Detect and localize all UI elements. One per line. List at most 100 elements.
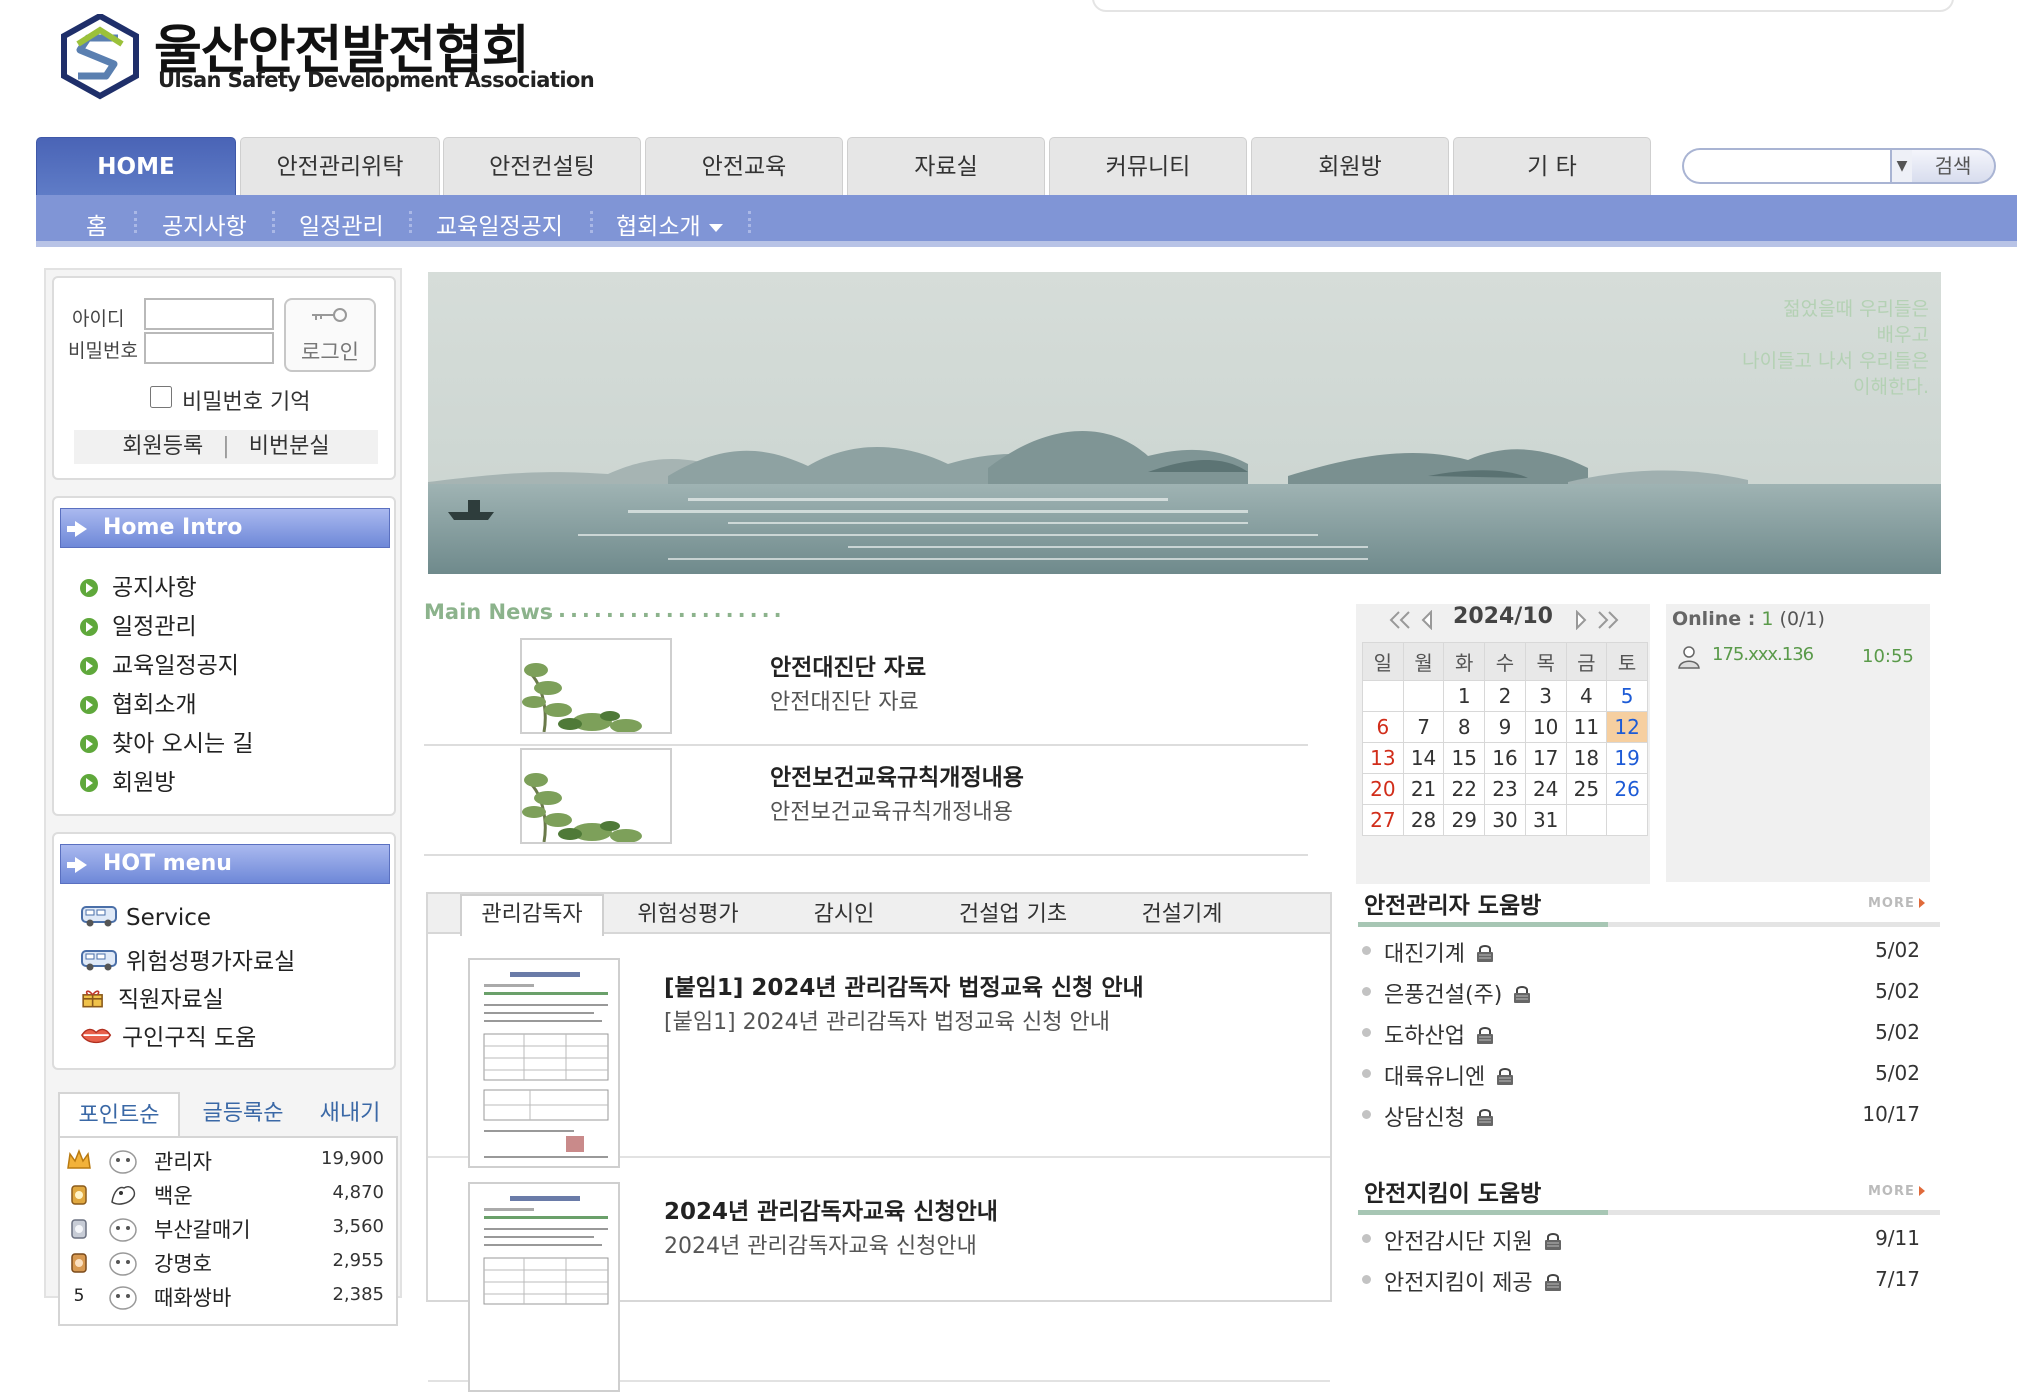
ranking-row[interactable]: 백운 4,870 (66, 1178, 396, 1212)
online-user-ip[interactable]: 175.xxx.136 (1712, 644, 1814, 665)
help-post-title[interactable]: 대륙유니엔 (1384, 1059, 1515, 1091)
tab-construction-machinery[interactable]: 건설기계 (1100, 896, 1264, 934)
help-post-row[interactable]: 안전감시단 지원 9/11 (1362, 1222, 1932, 1256)
calendar-day[interactable]: 24 (1524, 773, 1567, 805)
news-thumbnail[interactable] (520, 638, 672, 734)
calendar-day[interactable]: 4 (1565, 680, 1608, 712)
calendar-day[interactable]: 8 (1443, 711, 1486, 743)
calendar-day[interactable]: 12 (1606, 711, 1648, 743)
help-post-row[interactable]: 안전지킴이 제공 7/17 (1362, 1263, 1932, 1297)
news-title[interactable]: 안전보건교육규칙개정내용 (770, 758, 1024, 792)
ranking-row[interactable]: 부산갈매기 3,560 (66, 1212, 396, 1246)
help-post-title[interactable]: 상담신청 (1384, 1100, 1495, 1132)
calendar-day[interactable]: 15 (1443, 742, 1486, 774)
tab-safety-education[interactable]: 안전교육 (645, 137, 843, 195)
calendar-day[interactable]: 30 (1484, 804, 1526, 836)
search-input[interactable] (1682, 148, 1892, 184)
hot-item-staff-library[interactable]: 직원자료실 (80, 980, 224, 1014)
calendar-day[interactable]: 26 (1606, 773, 1648, 805)
calendar-day[interactable]: 23 (1484, 773, 1526, 805)
tab-safety-management[interactable]: 안전관리위탁 (240, 137, 440, 195)
board-item-title[interactable]: 2024년 관리감독자교육 신청안내 (664, 1192, 998, 1226)
safety-guard-help-title[interactable]: 안전지킴이 도움방 (1364, 1174, 1541, 1208)
help-post-row[interactable]: 상담신청 10/17 (1362, 1098, 1932, 1132)
tab-ranking-newbies[interactable]: 새내기 (302, 1092, 398, 1136)
intro-item-members[interactable]: 회원방 (80, 763, 175, 797)
calendar-day[interactable]: 16 (1484, 742, 1526, 774)
calendar-day[interactable]: 7 (1402, 711, 1445, 743)
more-link[interactable]: MORE (1868, 1184, 1925, 1199)
subnav-home[interactable]: 홈 (86, 207, 107, 241)
subnav-notice[interactable]: 공지사항 (162, 207, 247, 241)
calendar-day[interactable]: 29 (1443, 804, 1486, 836)
help-post-title[interactable]: 은풍건설(주) (1384, 977, 1532, 1009)
help-post-title[interactable]: 안전감시단 지원 (1384, 1224, 1563, 1256)
ranking-row[interactable]: 5 때화쌍바 2,385 (66, 1280, 396, 1314)
help-post-row[interactable]: 대진기계 5/02 (1362, 934, 1932, 968)
password-field[interactable] (144, 332, 274, 364)
tab-ranking-posts[interactable]: 글등록순 (188, 1092, 298, 1136)
calendar-day[interactable]: 2 (1484, 680, 1526, 712)
next-month-icon[interactable] (1568, 610, 1592, 630)
news-item[interactable]: 안전대진단 자료 안전대진단 자료 (424, 636, 1308, 746)
news-title[interactable]: 안전대진단 자료 (770, 648, 926, 682)
calendar-day[interactable]: 31 (1524, 804, 1567, 836)
more-link[interactable]: MORE (1868, 896, 1925, 911)
subnav-schedule[interactable]: 일정관리 (299, 207, 384, 241)
calendar-day[interactable]: 25 (1565, 773, 1608, 805)
lost-password-link[interactable]: 비번분실 (249, 434, 330, 459)
calendar-day[interactable]: 6 (1362, 711, 1404, 743)
register-link[interactable]: 회원등록 (122, 434, 203, 459)
subnav-about[interactable]: 협회소개 (616, 207, 723, 241)
calendar-day[interactable]: 21 (1402, 773, 1445, 805)
calendar-day[interactable]: 22 (1443, 773, 1486, 805)
calendar-day[interactable]: 18 (1565, 742, 1608, 774)
tab-etc[interactable]: 기 타 (1453, 137, 1651, 195)
hot-item-risk-assessment[interactable]: 위험성평가자료실 (80, 942, 295, 976)
intro-item-about[interactable]: 협회소개 (80, 685, 197, 719)
ranking-row[interactable]: 강명호 2,955 (66, 1246, 396, 1280)
calendar-day[interactable]: 10 (1524, 711, 1567, 743)
calendar-day[interactable]: 20 (1362, 773, 1404, 805)
tab-home[interactable]: HOME (36, 137, 236, 195)
tab-safety-consulting[interactable]: 안전컨설팅 (443, 137, 641, 195)
news-thumbnail[interactable] (520, 748, 672, 844)
help-post-title[interactable]: 대진기계 (1384, 936, 1495, 968)
ranking-row[interactable]: 관리자 19,900 (66, 1144, 396, 1178)
help-post-row[interactable]: 대륙유니엔 5/02 (1362, 1057, 1932, 1091)
calendar-day[interactable]: 13 (1362, 742, 1404, 774)
search-dropdown-icon[interactable]: ▼ (1890, 148, 1914, 184)
intro-item-edu-schedule[interactable]: 교육일정공지 (80, 646, 239, 680)
calendar-day[interactable]: 17 (1524, 742, 1567, 774)
intro-item-notice[interactable]: 공지사항 (80, 568, 197, 602)
tab-community[interactable]: 커뮤니티 (1049, 137, 1247, 195)
tab-library[interactable]: 자료실 (847, 137, 1045, 195)
document-thumbnail[interactable] (468, 958, 620, 1168)
board-item[interactable]: 2024년 관리감독자교육 신청안내 2024년 관리감독자교육 신청안내 (428, 1158, 1330, 1392)
calendar-day[interactable]: 28 (1402, 804, 1445, 836)
calendar-day[interactable]: 9 (1484, 711, 1526, 743)
help-post-title[interactable]: 도하산업 (1384, 1018, 1495, 1050)
next-year-icon[interactable] (1596, 610, 1620, 630)
calendar-day[interactable]: 11 (1565, 711, 1608, 743)
tab-supervisor[interactable]: 관리감독자 (460, 894, 604, 936)
id-field[interactable] (144, 298, 274, 330)
search-button[interactable]: 검색 (1912, 148, 1996, 184)
calendar-day[interactable]: 1 (1443, 680, 1486, 712)
hot-item-job-help[interactable]: 구인구직 도움 (80, 1018, 256, 1052)
news-item[interactable]: 안전보건교육규칙개정내용 안전보건교육규칙개정내용 (424, 746, 1308, 856)
calendar-day[interactable]: 3 (1524, 680, 1567, 712)
calendar-day[interactable]: 14 (1402, 742, 1445, 774)
subnav-edu-schedule[interactable]: 교육일정공지 (436, 207, 563, 241)
help-post-row[interactable]: 도하산업 5/02 (1362, 1016, 1932, 1050)
tab-construction-basics[interactable]: 건설업 기초 (928, 896, 1098, 934)
calendar-day[interactable]: 27 (1362, 804, 1404, 836)
help-post-title[interactable]: 안전지킴이 제공 (1384, 1265, 1563, 1297)
tab-members[interactable]: 회원방 (1251, 137, 1449, 195)
remember-password-checkbox[interactable] (150, 386, 172, 408)
help-post-row[interactable]: 은풍건설(주) 5/02 (1362, 975, 1932, 1009)
intro-item-schedule[interactable]: 일정관리 (80, 607, 197, 641)
tab-ranking-points[interactable]: 포인트순 (58, 1092, 180, 1136)
calendar-day[interactable]: 19 (1606, 742, 1648, 774)
board-item[interactable]: [붙임1] 2024년 관리감독자 법정교육 신청 안내 [붙임1] 2024년… (428, 934, 1330, 1168)
